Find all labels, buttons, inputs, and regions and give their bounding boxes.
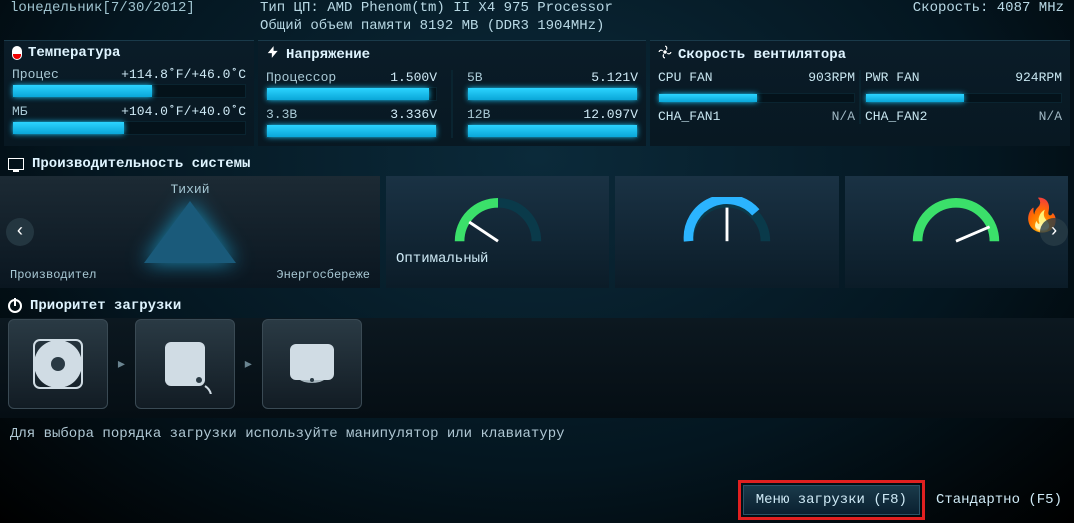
volt-12-value: 12.097V [583, 107, 638, 122]
fan-cha1-label: CHA_FAN1 [658, 109, 720, 124]
perf-mode-triangle[interactable]: Тихий Производител Энергосбереже [0, 176, 380, 288]
temp-cpu-value: +114.8˚F/+46.0˚C [121, 67, 246, 82]
standard-button[interactable]: Стандартно (F5) [936, 492, 1062, 508]
perf-optimal-label: Оптимальный [386, 251, 488, 267]
temperature-panel: Температура Процес +114.8˚F/+46.0˚C МБ +… [4, 40, 254, 146]
fan-pwr-label: PWR FAN [865, 70, 920, 85]
bolt-icon [266, 45, 280, 64]
boot-device-odd[interactable] [262, 319, 362, 409]
boot-device-external[interactable] [135, 319, 235, 409]
gauge-icon [908, 197, 1004, 247]
thermometer-icon [12, 46, 22, 60]
perf-energy-label: Энергосбереже [276, 268, 370, 282]
temperature-title: Температура [28, 45, 120, 61]
fan-cha1: CHA_FAN1 N/A [658, 109, 855, 124]
perf-quiet-label: Тихий [170, 182, 209, 197]
perf-next-button[interactable]: › [1040, 218, 1068, 246]
volt-cpu-label: Процессор [266, 70, 336, 85]
perf-prev-button[interactable]: ‹ [6, 218, 34, 246]
power-icon [8, 299, 22, 313]
perf-mode-turbo[interactable]: 🔥 [845, 176, 1068, 288]
volt-12-label: 12В [467, 107, 490, 122]
temp-mb-metric: МБ +104.0˚F/+40.0˚C [12, 104, 246, 135]
volt-5-value: 5.121V [591, 70, 638, 85]
fan-cpu-value: 903RPM [808, 70, 855, 85]
speed-text: Скорость: 4087 MHz [864, 0, 1064, 16]
monitor-icon [8, 158, 24, 170]
temp-cpu-metric: Процес +114.8˚F/+46.0˚C [12, 67, 246, 98]
voltage-panel: Напряжение Процессор 1.500V 3.3В 3.336V [258, 40, 646, 146]
boot-separator: ▸ [243, 353, 254, 375]
boot-device-hdd[interactable] [8, 319, 108, 409]
volt-cpu-value: 1.500V [390, 70, 437, 85]
fan-cha2-value: N/A [1039, 109, 1062, 124]
temp-cpu-label: Процес [12, 67, 59, 82]
temp-mb-value: +104.0˚F/+40.0˚C [121, 104, 246, 119]
fan-pwr: PWR FAN 924RPM [865, 70, 1062, 85]
voltage-title: Напряжение [286, 47, 370, 63]
performance-row: ‹ Тихий Производител Энергосбереже Оптим… [0, 176, 1074, 288]
fan-panel: Скорость вентилятора CPU FAN 903RPM CHA_… [650, 40, 1070, 146]
volt-33-value: 3.336V [390, 107, 437, 122]
fan-pwr-value: 924RPM [1015, 70, 1062, 85]
perf-performance-label: Производител [10, 268, 96, 282]
fan-title: Скорость вентилятора [678, 47, 846, 63]
temp-mb-label: МБ [12, 104, 28, 119]
gauge-icon [679, 197, 775, 247]
fan-cpu: CPU FAN 903RPM [658, 70, 855, 85]
perf-mode-normal[interactable] [615, 176, 838, 288]
date-text: lонедельник[7/30/2012] [10, 0, 260, 16]
fan-cpu-label: CPU FAN [658, 70, 713, 85]
volt-33-label: 3.3В [266, 107, 297, 122]
fan-cha2-label: CHA_FAN2 [865, 109, 927, 124]
gauge-icon [450, 197, 546, 247]
triangle-icon [144, 201, 236, 263]
memory-text: Общий объем памяти 8192 MB (DDR3 1904MHz… [0, 16, 1074, 40]
boot-separator: ▸ [116, 353, 127, 375]
perf-mode-optimal[interactable]: Оптимальный [386, 176, 609, 288]
boot-hint-text: Для выбора порядка загрузки используйте … [0, 418, 1074, 450]
cpu-type-text: Тип ЦП: AMD Phenom(tm) II X4 975 Process… [260, 0, 864, 16]
performance-title: Производительность системы [32, 156, 250, 172]
boot-menu-button[interactable]: Меню загрузки (F8) [743, 485, 920, 515]
fan-icon [658, 45, 672, 64]
volt-5-label: 5В [467, 70, 483, 85]
fan-cha2: CHA_FAN2 N/A [865, 109, 1062, 124]
boot-priority-title: Приоритет загрузки [30, 298, 181, 314]
fan-cha1-value: N/A [832, 109, 855, 124]
